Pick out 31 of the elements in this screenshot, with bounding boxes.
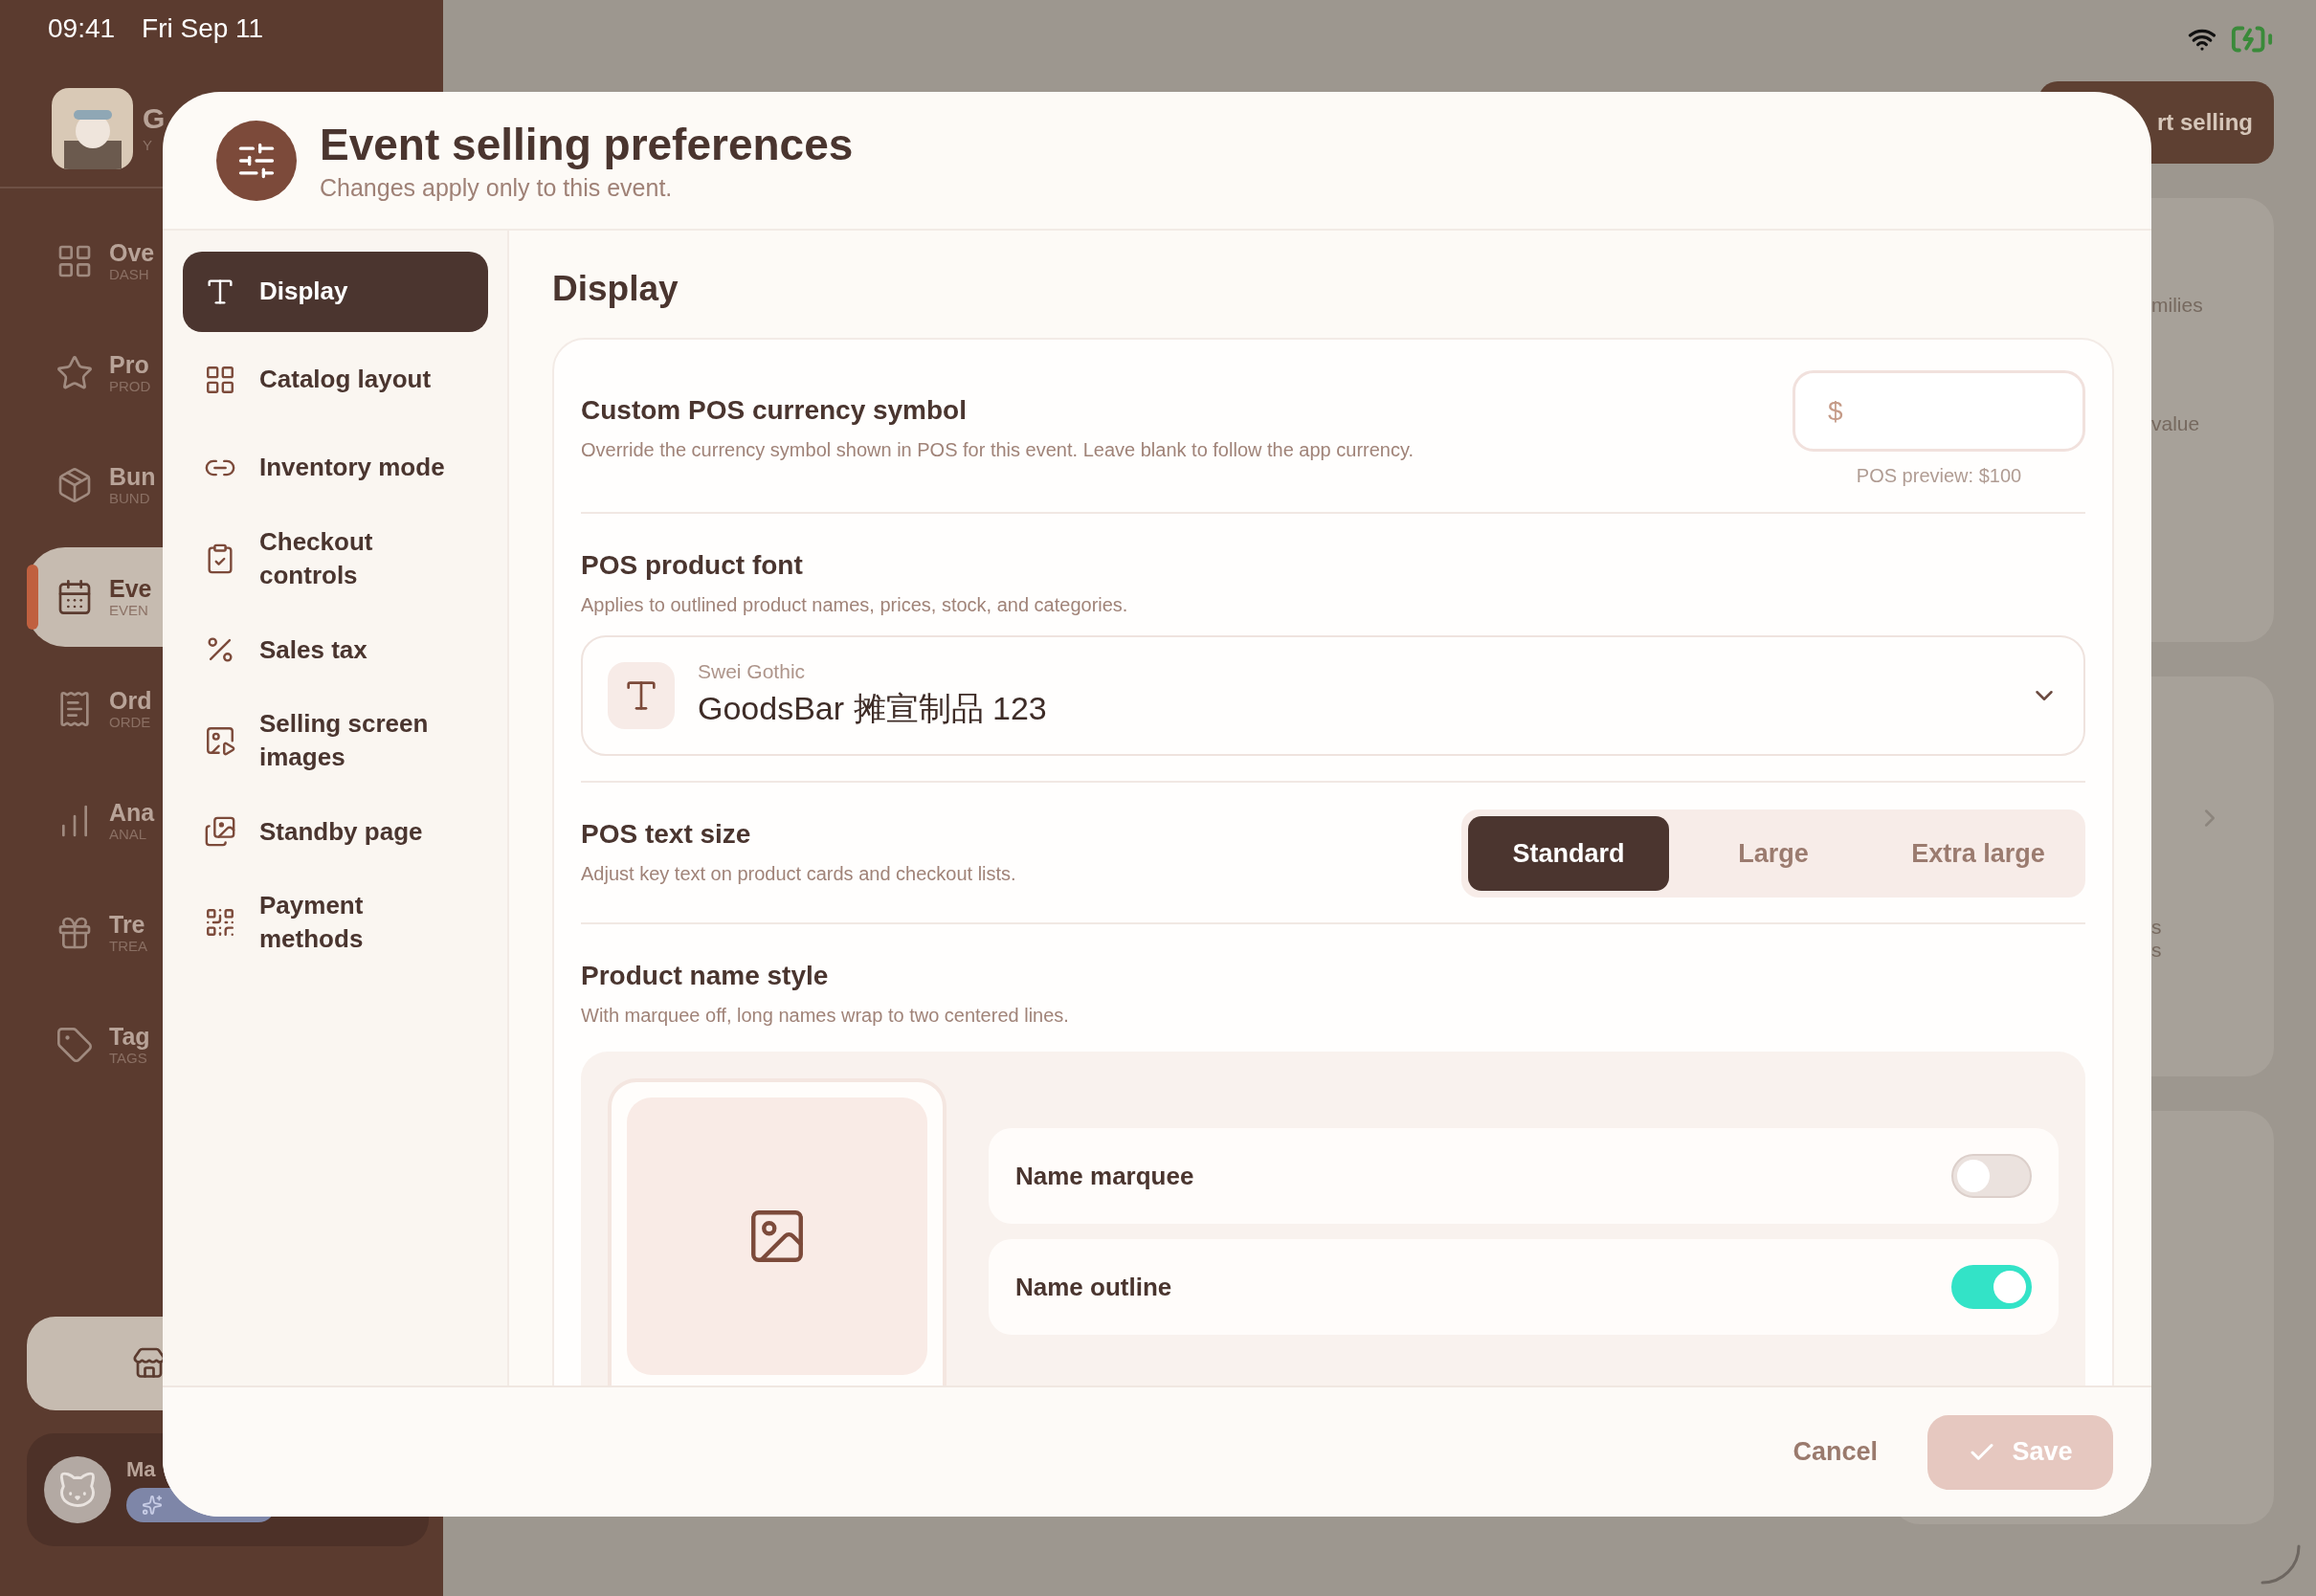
toggle-label: Name outline [1015,1272,1172,1302]
sidebar-label: Ove [109,239,155,267]
sidebar-label: Tre [109,911,146,939]
setting-description: Adjust key text on product cards and checkout lists. [581,863,1016,885]
dialog-title: Event selling preferences [320,119,854,170]
card-text: value [2151,412,2201,435]
card-text: s [2151,939,2163,962]
section-title: Display [552,269,679,309]
status-time: 09:41 [48,13,116,45]
sidebar-caption: EVEN [109,602,149,619]
card-text: s [2151,916,2163,939]
preview-hint: POS preview: $100 [1856,465,2022,487]
sidebar-label: Ord [109,687,152,715]
sidebar-label: Ana [109,799,155,827]
sidebar-label: Bun [109,463,156,491]
setting-title: POS product font [581,550,804,581]
setting-title: Custom POS currency symbol [581,395,968,426]
setting-description: Applies to outlined product names, prices, stock, and categories. [581,594,1129,616]
sidebar-label: Pro [109,351,150,379]
setting-title: Product name style [581,961,830,991]
sidebar-label: Eve [109,575,152,603]
setting-description: With marquee off, long names wrap to two centered lines. [581,1005,1070,1027]
setting-description: Override the currency symbol shown in POS for this event. Leave blank to follow the app currency. [581,439,1414,461]
setting-title: POS text size [581,819,752,850]
toggle-label: Name marquee [1015,1161,1194,1191]
status-date: Fri Sep 11 [142,13,264,45]
user-name: Ma [126,1457,157,1482]
dialog-subtitle: Changes apply only to this event. [320,174,674,202]
sidebar-label: Tag [109,1023,150,1051]
shop-name: G [143,104,166,133]
card-text: milies [2151,294,2204,317]
